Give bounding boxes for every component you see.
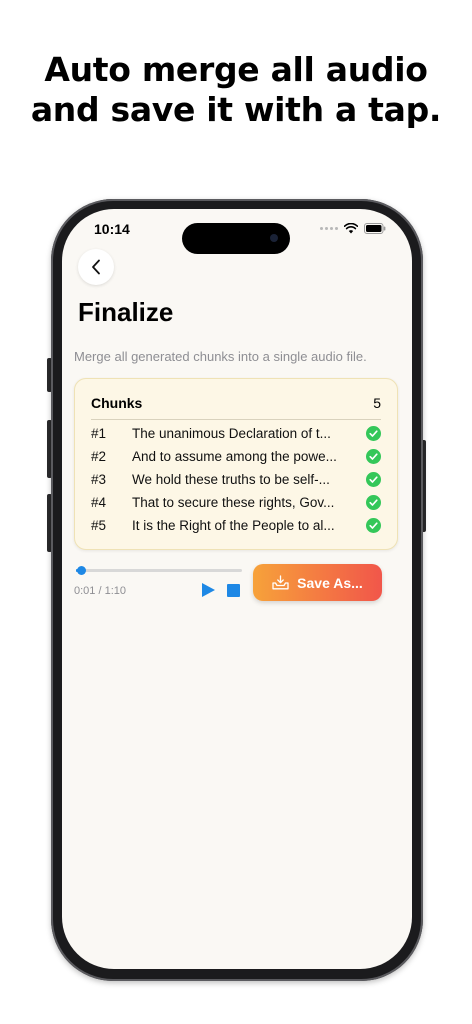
dynamic-island (182, 223, 290, 254)
battery-icon (364, 223, 386, 234)
chunk-list: #1 The unanimous Declaration of t... #2 … (91, 422, 381, 537)
chunk-row-1[interactable]: #1 The unanimous Declaration of t... (91, 422, 381, 445)
audio-player: 0:01 / 1:10 (74, 561, 244, 611)
save-as-label: Save As... (297, 574, 363, 591)
headline-line-2: and save it with a tap. (30, 90, 442, 129)
chunk-row-4[interactable]: #4 That to secure these rights, Gov... (91, 491, 381, 514)
tray-download-icon (272, 575, 289, 590)
checkmark-circle-icon (366, 449, 381, 464)
phone-screen: 10:14 Finalize Merge all generated chunk… (62, 209, 412, 969)
marketing-headline: Auto merge all audio and save it with a … (0, 50, 472, 130)
page-subtitle: Merge all generated chunks into a single… (74, 349, 367, 364)
chunks-count: 5 (373, 395, 381, 411)
chunk-row-2[interactable]: #2 And to assume among the powe... (91, 445, 381, 468)
app-store-screenshot: Auto merge all audio and save it with a … (0, 0, 472, 1024)
checkmark-circle-icon (366, 495, 381, 510)
checkmark-circle-icon (366, 426, 381, 441)
checkmark-circle-icon (366, 472, 381, 487)
chunk-number: #1 (91, 426, 107, 441)
stop-icon[interactable] (227, 584, 240, 597)
status-bar-icons (320, 223, 386, 234)
checkmark-circle-icon (366, 518, 381, 533)
chunk-text: The unanimous Declaration of t... (132, 426, 331, 441)
play-icon[interactable] (200, 582, 216, 598)
back-button[interactable] (78, 249, 114, 285)
camera-icon (270, 234, 278, 242)
time-readout: 0:01 / 1:10 (74, 585, 126, 597)
chunk-row-3[interactable]: #3 We hold these truths to be self-... (91, 468, 381, 491)
chunks-divider (91, 419, 381, 420)
progress-slider[interactable] (76, 566, 242, 575)
chunk-text: And to assume among the powe... (132, 449, 337, 464)
wifi-icon (344, 223, 358, 234)
chunk-row-5[interactable]: #5 It is the Right of the People to al..… (91, 514, 381, 537)
progress-thumb[interactable] (77, 566, 87, 575)
headline-line-1: Auto merge all audio (44, 50, 428, 89)
chunk-number: #4 (91, 495, 107, 510)
chunk-text: It is the Right of the People to al... (132, 518, 335, 533)
page-title: Finalize (78, 297, 174, 327)
save-as-button[interactable]: Save As... (253, 564, 382, 601)
cellular-signal-icon (320, 227, 338, 230)
chunk-number: #2 (91, 449, 107, 464)
chunks-card: Chunks 5 #1 The unanimous Declaration of… (74, 378, 398, 550)
chunk-text: We hold these truths to be self-... (132, 472, 330, 487)
chevron-left-icon (92, 259, 100, 275)
chunks-label: Chunks (91, 395, 143, 411)
chunk-text: That to secure these rights, Gov... (132, 495, 335, 510)
status-bar-time: 10:14 (94, 221, 130, 237)
chunk-number: #3 (91, 472, 107, 487)
chunks-header: Chunks 5 (91, 395, 381, 411)
chunk-number: #5 (91, 518, 107, 533)
